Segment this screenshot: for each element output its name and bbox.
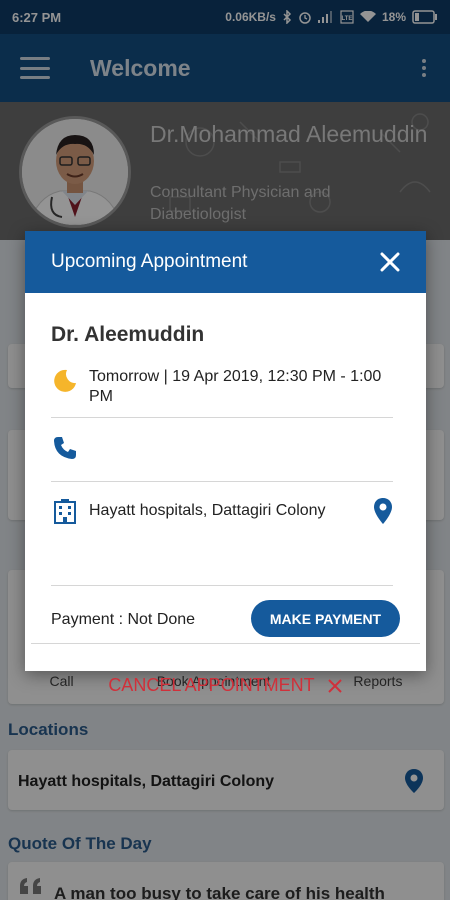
hospital-icon — [54, 499, 76, 524]
divider — [51, 417, 393, 418]
appointment-phone-row[interactable] — [51, 435, 393, 461]
appointment-doctor-name: Dr. Aleemuddin — [51, 323, 205, 346]
phone-icon[interactable] — [51, 435, 79, 461]
appointment-datetime: Tomorrow | 19 Apr 2019, 12:30 PM - 1:00 … — [89, 368, 382, 405]
cancel-appointment-label: CANCEL APPOINTMENT — [108, 675, 315, 695]
appointment-location: Hayatt hospitals, Dattagiri Colony — [89, 502, 326, 519]
dialog-header: Upcoming Appointment — [25, 231, 426, 293]
dialog-title: Upcoming Appointment — [51, 251, 248, 272]
divider — [51, 481, 393, 482]
appointment-datetime-row: Tomorrow | 19 Apr 2019, 12:30 PM - 1:00 … — [51, 367, 393, 407]
location-pin-icon[interactable] — [373, 497, 393, 525]
appointment-location-row: Hayatt hospitals, Dattagiri Colony — [51, 493, 393, 529]
payment-status: Payment : Not Done — [51, 611, 196, 628]
upcoming-appointment-dialog: Upcoming Appointment Dr. Aleemuddin Tomo… — [25, 231, 426, 695]
moon-icon — [54, 369, 76, 392]
divider — [31, 643, 420, 644]
close-icon — [327, 678, 342, 693]
close-icon[interactable] — [378, 250, 402, 274]
divider — [51, 585, 393, 586]
cancel-appointment-button[interactable]: CANCEL APPOINTMENT — [25, 675, 426, 696]
make-payment-button[interactable]: MAKE PAYMENT — [251, 600, 400, 637]
